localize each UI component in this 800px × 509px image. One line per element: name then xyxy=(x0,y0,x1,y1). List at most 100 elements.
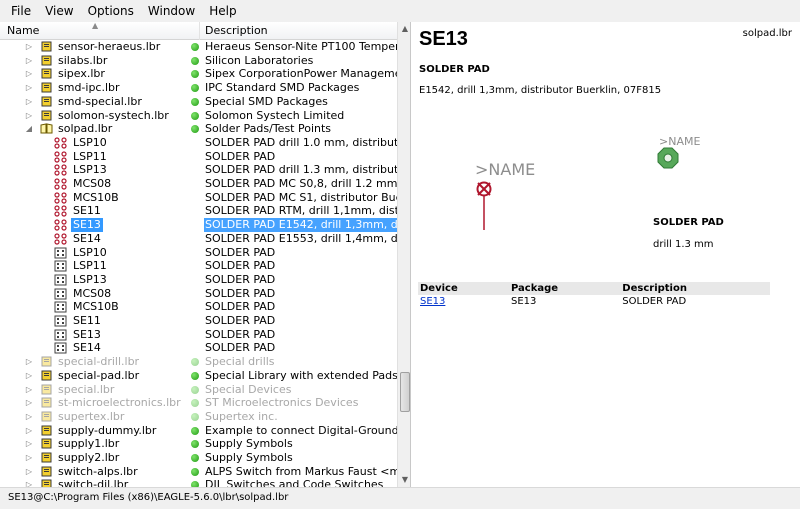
tree-item-name: SE13 xyxy=(71,218,103,233)
table-row: SE13 SE13 SOLDER PAD xyxy=(418,295,770,308)
tree-item-name: MCS10B xyxy=(73,300,119,314)
tree-package-row[interactable]: LSP10 SOLDER PAD xyxy=(0,246,397,260)
tree-library-row[interactable]: ▷ switch-dil.lbr DIL Switches and Code Swi… xyxy=(0,478,397,487)
package-icon xyxy=(54,329,67,341)
expand-icon[interactable]: ▷ xyxy=(24,67,34,81)
tree-package-row[interactable]: SE11 SOLDER PAD xyxy=(0,314,397,328)
tree-library-row[interactable]: ▷ silabs.lbr Silicon Laboratories xyxy=(0,54,397,68)
menu-file[interactable]: File xyxy=(4,0,38,22)
tree-item-description: SOLDER PAD xyxy=(205,341,276,355)
expand-icon[interactable]: ▷ xyxy=(24,40,34,54)
column-header-description[interactable]: Description xyxy=(205,22,268,40)
tree-device-row[interactable]: MCS08 SOLDER PAD MC S0,8, drill 1.2 mm, d… xyxy=(0,177,397,191)
expand-icon[interactable]: ▷ xyxy=(24,383,34,397)
tree-package-row[interactable]: LSP11 SOLDER PAD xyxy=(0,259,397,273)
tree-item-description: Sipex CorporationPower Management, Inte.… xyxy=(205,67,397,81)
expand-icon[interactable]: ▷ xyxy=(24,109,34,123)
device-link[interactable]: SE13 xyxy=(420,296,445,307)
tree-device-row[interactable]: LSP11 SOLDER PAD xyxy=(0,150,397,164)
tree-item-description: SOLDER PAD xyxy=(205,314,276,327)
tree-library-row[interactable]: ▷ smd-ipc.lbr IPC Standard SMD Packages xyxy=(0,81,397,95)
tree-package-row[interactable]: SE13 SOLDER PAD xyxy=(0,328,397,342)
tree-library-row[interactable]: ▷ special-drill.lbr Special drills xyxy=(0,355,397,369)
status-bar: SE13@C:\Program Files (x86)\EAGLE-5.6.0\… xyxy=(0,487,800,509)
tree-device-row[interactable]: SE14 SOLDER PAD E1553, drill 1,4mm, distr… xyxy=(0,232,397,246)
sort-ascending-icon: ▲ xyxy=(92,22,99,30)
menu-options[interactable]: Options xyxy=(81,0,141,22)
collapse-icon[interactable]: ◢ xyxy=(24,122,34,136)
tree-item-description: Special SMD Packages xyxy=(205,94,328,108)
tree-library-row[interactable]: ▷ sensor-heraeus.lbr Heraeus Sensor-Nite P… xyxy=(0,40,397,54)
expand-icon[interactable]: ▷ xyxy=(24,81,34,95)
expand-icon[interactable]: ▷ xyxy=(24,424,34,438)
expand-icon[interactable]: ▷ xyxy=(24,355,34,369)
book-icon xyxy=(41,384,52,394)
scroll-up-icon[interactable]: ▲ xyxy=(398,22,410,36)
tree-library-row[interactable]: ▷ switch-alps.lbr ALPS Switch from Markus … xyxy=(0,465,397,479)
package-icon xyxy=(54,288,67,300)
expand-icon[interactable]: ▷ xyxy=(24,451,34,465)
expand-icon[interactable]: ▷ xyxy=(24,95,34,109)
library-tree: ▷ sensor-heraeus.lbr Heraeus Sensor-Nite P… xyxy=(0,40,397,487)
menu-help[interactable]: Help xyxy=(202,0,243,22)
book-icon xyxy=(41,110,52,120)
tree-package-row[interactable]: LSP13 SOLDER PAD xyxy=(0,273,397,287)
tree-library-row[interactable]: ▷ sipex.lbr Sipex CorporationPower Managem… xyxy=(0,67,397,81)
expand-icon[interactable]: ▷ xyxy=(24,396,34,410)
tree-library-row[interactable]: ▷ solomon-systech.lbr Solomon Systech Limi… xyxy=(0,109,397,123)
status-dot-icon xyxy=(191,426,199,435)
symbol-pad-icon xyxy=(476,181,492,230)
device-table: Device Package Description SE13 SE13 SOL… xyxy=(418,282,770,308)
book-icon xyxy=(41,466,52,477)
package-cell: SE13 xyxy=(510,296,537,307)
device-heading: SOLDER PAD xyxy=(419,64,490,75)
expand-icon[interactable]: ▷ xyxy=(24,54,34,68)
status-dot-icon xyxy=(191,111,199,120)
scroll-thumb[interactable] xyxy=(400,372,410,412)
status-dot-icon xyxy=(191,454,199,462)
expand-icon[interactable]: ▷ xyxy=(24,369,34,383)
tree-package-row[interactable]: SE14 SOLDER PAD xyxy=(0,341,397,355)
tree-library-row[interactable]: ▷ supply1.lbr Supply Symbols xyxy=(0,437,397,451)
expand-icon[interactable]: ▷ xyxy=(24,410,34,424)
tree-package-row[interactable]: MCS10B SOLDER PAD xyxy=(0,300,397,314)
tree-scrollbar[interactable]: ▲ ▼ xyxy=(397,22,410,487)
detail-pane: SE13 solpad.lbr SOLDER PAD E1542, drill … xyxy=(413,22,800,487)
expand-icon[interactable]: ▷ xyxy=(24,478,34,487)
tree-item-description: SOLDER PAD E1553, drill 1,4mm, distribut… xyxy=(205,231,397,245)
expand-icon[interactable]: ▷ xyxy=(24,437,34,451)
tree-package-row[interactable]: MCS08 SOLDER PAD xyxy=(0,287,397,301)
tree-library-row[interactable]: ▷ smd-special.lbr Special SMD Packages xyxy=(0,95,397,109)
tree-library-row[interactable]: ▷ special.lbr Special Devices xyxy=(0,383,397,397)
column-header-name[interactable]: Name xyxy=(7,22,39,40)
tree-item-description: SOLDER PAD xyxy=(205,327,276,341)
menu-window[interactable]: Window xyxy=(141,0,202,22)
tree-device-row[interactable]: LSP13 SOLDER PAD drill 1.3 mm, distributo… xyxy=(0,163,397,177)
book-icon xyxy=(41,82,52,93)
tree-item-name: solomon-systech.lbr xyxy=(58,108,169,122)
library-tree-pane: Name ▲ Description ▷ sensor-heraeus.lbr He… xyxy=(0,22,411,487)
tree-item-description: SOLDER PAD MC S0,8, drill 1.2 mm, distri… xyxy=(205,177,397,190)
book-icon xyxy=(41,452,52,463)
tree-library-row[interactable]: ▷ supply2.lbr Supply Symbols xyxy=(0,451,397,465)
column-divider[interactable] xyxy=(199,22,200,40)
tree-library-row[interactable]: ▷ st-microelectronics.lbr ST Microelectron… xyxy=(0,396,397,410)
tree-library-row[interactable]: ▷ supply-dummy.lbr Example to connect Digi… xyxy=(0,424,397,438)
tree-device-row[interactable]: SE11 SOLDER PAD RTM, drill 1,1mm, distrib… xyxy=(0,204,397,218)
scroll-down-icon[interactable]: ▼ xyxy=(398,473,410,487)
tree-device-row[interactable]: SE13 SOLDER PAD E1542, drill 1,3mm, distr… xyxy=(0,218,397,233)
tree-item-name: SE14 xyxy=(73,231,101,245)
tree-library-row[interactable]: ▷ special-pad.lbr Special Library with ext… xyxy=(0,369,397,383)
device-icon xyxy=(54,192,67,204)
header-device: Device xyxy=(418,282,509,295)
book-icon xyxy=(41,68,52,79)
menu-view[interactable]: View xyxy=(38,0,80,22)
tree-device-row[interactable]: LSP10 SOLDER PAD drill 1.0 mm, distributo… xyxy=(0,136,397,150)
tree-item-description: SOLDER PAD E1542, drill 1,3mm, distribut… xyxy=(204,218,397,233)
tree-item-description: Solder Pads/Test Points xyxy=(205,122,332,136)
status-dot-icon xyxy=(191,358,199,367)
tree-device-row[interactable]: MCS10B SOLDER PAD MC S1, distributor Buer… xyxy=(0,191,397,205)
tree-library-row[interactable]: ◢ solpad.lbr Solder Pads/Test Points xyxy=(0,122,397,136)
tree-library-row[interactable]: ▷ supertex.lbr Supertex inc. xyxy=(0,410,397,424)
expand-icon[interactable]: ▷ xyxy=(24,465,34,479)
